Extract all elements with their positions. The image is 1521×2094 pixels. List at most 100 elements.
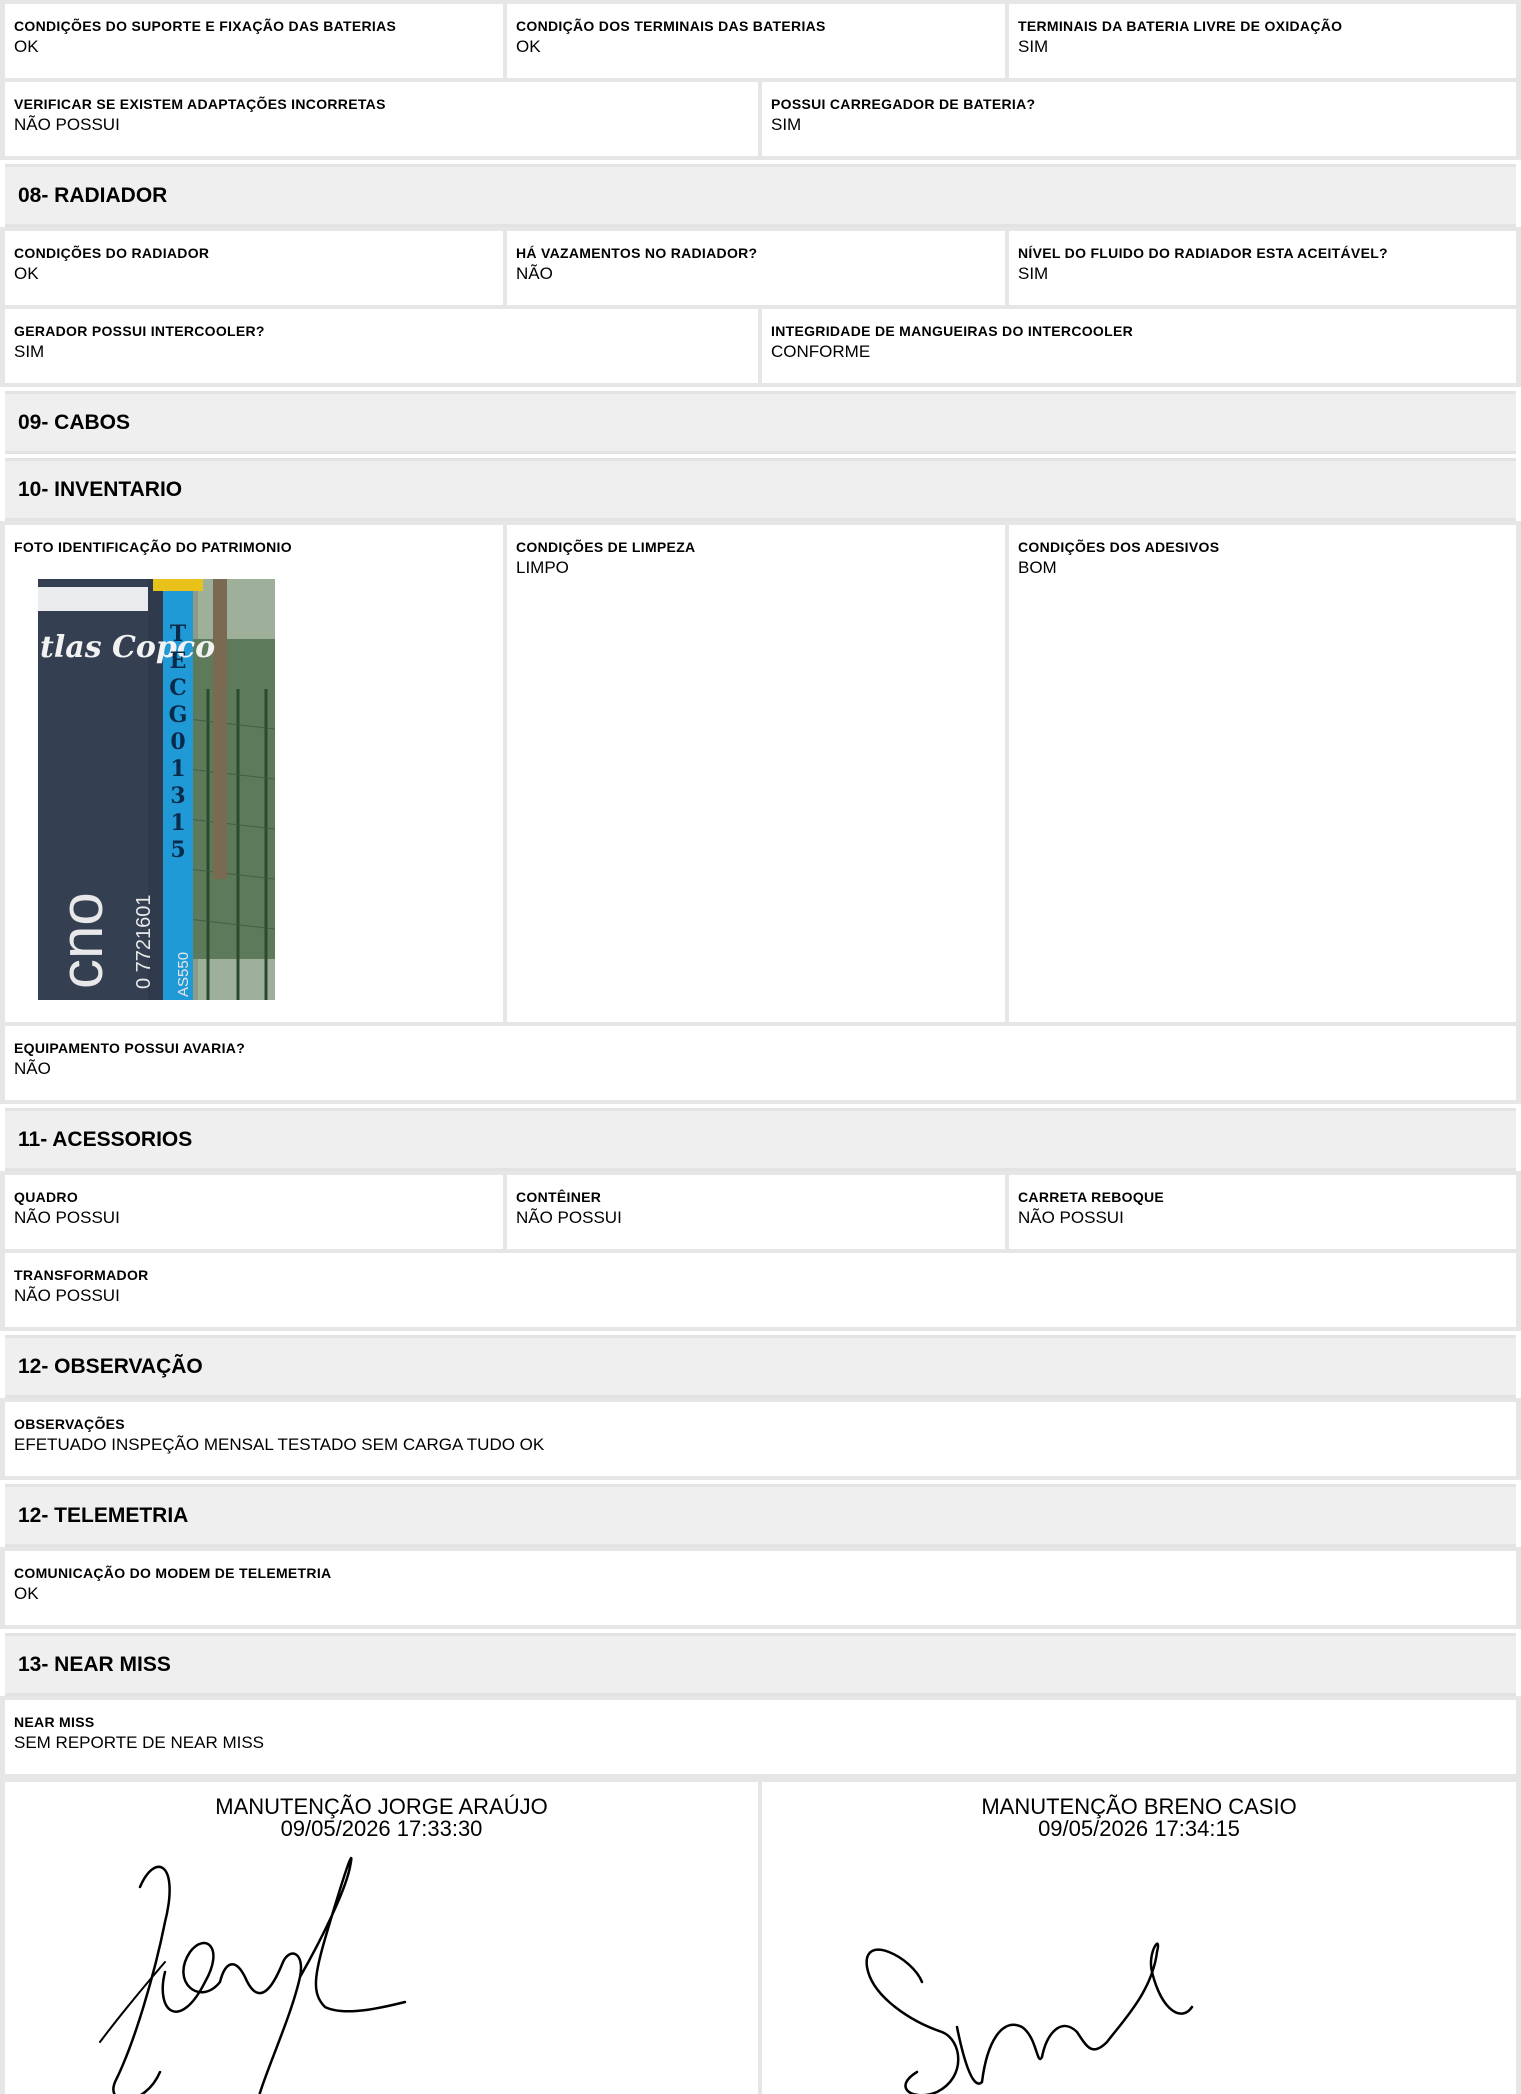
battery-row-2: VERIFICAR SE EXISTEM ADAPTAÇÕES INCORRET…	[0, 78, 1521, 160]
field-label: INTEGRIDADE DE MANGUEIRAS DO INTERCOOLER	[771, 323, 1134, 339]
field-label: CONDIÇÕES DO RADIADOR	[14, 245, 210, 261]
section-title-telemetria: 12- TELEMETRIA	[5, 1484, 1516, 1547]
field-label: FOTO IDENTIFICAÇÃO DO PATRIMONIO	[14, 539, 292, 555]
field-label: GERADOR POSSUI INTERCOOLER?	[14, 323, 265, 339]
photo-code-char: 3	[170, 783, 185, 809]
field-quadro: QUADRO NÃO POSSUI	[5, 1175, 503, 1249]
field-label: OBSERVAÇÕES	[14, 1416, 125, 1432]
photo-code-char: C	[169, 675, 187, 701]
asset-photo-image: tlas Copco TECG01315 cno 0 7721601 AS550	[38, 579, 275, 1000]
radiador-row-1: CONDIÇÕES DO RADIADOR OK HÁ VAZAMENTOS N…	[0, 227, 1521, 305]
photo-code-glyphs: TECG01315	[169, 621, 188, 863]
field-value: NÃO	[516, 264, 553, 283]
field-conteiner: CONTÊINER NÃO POSSUI	[507, 1175, 1005, 1249]
photo-code-char: 5	[170, 837, 185, 863]
field-label: HÁ VAZAMENTOS NO RADIADOR?	[516, 245, 758, 261]
inventario-row-1: FOTO IDENTIFICAÇÃO DO PATRIMONIO tlas Co…	[0, 521, 1521, 1022]
field-foto: FOTO IDENTIFICAÇÃO DO PATRIMONIO tlas Co…	[5, 525, 503, 1022]
field-label: EQUIPAMENTO POSSUI AVARIA?	[14, 1040, 246, 1056]
field-value: SIM	[14, 342, 45, 361]
field-vazamentos: HÁ VAZAMENTOS NO RADIADOR? NÃO	[507, 231, 1005, 305]
acessorios-row-1: QUADRO NÃO POSSUI CONTÊINER NÃO POSSUI C…	[0, 1171, 1521, 1249]
photo-model-text: AS550	[175, 952, 192, 997]
photo-large-text: cno	[48, 892, 115, 989]
field-value: NÃO POSSUI	[14, 115, 120, 134]
inspection-report: CONDIÇÕES DO SUPORTE E FIXAÇÃO DAS BATER…	[0, 0, 1521, 2094]
field-limpeza: CONDIÇÕES DE LIMPEZA LIMPO	[507, 525, 1005, 1022]
field-adaptacoes: VERIFICAR SE EXISTEM ADAPTAÇÕES INCORRET…	[5, 82, 758, 156]
section-title-inventario: 10- INVENTARIO	[5, 458, 1516, 521]
field-terminais: CONDIÇÃO DOS TERMINAIS DAS BATERIAS OK	[507, 4, 1005, 78]
acessorios-row-2: TRANSFORMADOR NÃO POSSUI	[0, 1249, 1521, 1331]
field-label: COMUNICAÇÃO DO MODEM DE TELEMETRIA	[14, 1565, 332, 1581]
field-adesivos: CONDIÇÕES DOS ADESIVOS BOM	[1009, 525, 1516, 1022]
field-label: VERIFICAR SE EXISTEM ADAPTAÇÕES INCORRET…	[14, 96, 386, 112]
field-value: NÃO POSSUI	[1018, 1208, 1124, 1227]
section-title-cabos: 09- CABOS	[5, 391, 1516, 454]
field-value: CONFORME	[771, 342, 871, 361]
field-suporte: CONDIÇÕES DO SUPORTE E FIXAÇÃO DAS BATER…	[5, 4, 503, 78]
section-title-observacao: 12- OBSERVAÇÃO	[5, 1335, 1516, 1398]
field-value: NÃO	[14, 1059, 51, 1078]
photo-code-char: 1	[170, 756, 185, 782]
section-title-acessorios: 11- ACESSORIOS	[5, 1108, 1516, 1171]
field-value: SIM	[1018, 264, 1049, 283]
near-miss-row: NEAR MISS SEM REPORTE DE NEAR MISS	[0, 1696, 1521, 1778]
field-label: NEAR MISS	[14, 1714, 95, 1730]
field-transformador: TRANSFORMADOR NÃO POSSUI	[5, 1253, 1516, 1327]
field-intercooler: GERADOR POSSUI INTERCOOLER? SIM	[5, 309, 758, 383]
field-value: SIM	[771, 115, 802, 134]
photo-phone-text: 0 7721601	[133, 894, 155, 989]
field-near-miss: NEAR MISS SEM REPORTE DE NEAR MISS	[5, 1700, 1516, 1774]
signature-block-jorge: MANUTENÇÃO JORGE ARAÚJO 09/05/2026 17:33…	[5, 1782, 758, 2094]
field-label: CONDIÇÕES DO SUPORTE E FIXAÇÃO DAS BATER…	[14, 18, 397, 34]
inventario-row-2: EQUIPAMENTO POSSUI AVARIA? NÃO	[0, 1022, 1521, 1104]
section-title-near-miss: 13- NEAR MISS	[5, 1633, 1516, 1696]
telemetria-row: COMUNICAÇÃO DO MODEM DE TELEMETRIA OK	[0, 1547, 1521, 1629]
signatures-row: MANUTENÇÃO JORGE ARAÚJO 09/05/2026 17:33…	[0, 1778, 1521, 2094]
field-label: POSSUI CARREGADOR DE BATERIA?	[771, 96, 1036, 112]
field-value: NÃO POSSUI	[14, 1286, 120, 1305]
field-value: OK	[14, 1584, 39, 1603]
field-value: OK	[14, 264, 39, 283]
field-value: OK	[14, 37, 39, 56]
photo-code-char: G	[169, 702, 188, 728]
photo-code-char: 1	[170, 810, 185, 836]
field-label: CONTÊINER	[516, 1189, 602, 1205]
field-label: CONDIÇÃO DOS TERMINAIS DAS BATERIAS	[516, 18, 826, 34]
field-fluido: NÍVEL DO FLUIDO DO RADIADOR ESTA ACEITÁV…	[1009, 231, 1516, 305]
battery-row-1: CONDIÇÕES DO SUPORTE E FIXAÇÃO DAS BATER…	[0, 0, 1521, 78]
field-value: NÃO POSSUI	[14, 1208, 120, 1227]
field-label: NÍVEL DO FLUIDO DO RADIADOR ESTA ACEITÁV…	[1018, 245, 1388, 261]
photo-code-char: 0	[170, 729, 185, 755]
field-value: LIMPO	[516, 558, 569, 577]
field-carreta: CARRETA REBOQUE NÃO POSSUI	[1009, 1175, 1516, 1249]
photo-brand-text: tlas Copco	[40, 630, 215, 665]
asset-photo[interactable]: tlas Copco TECG01315 cno 0 7721601 AS550	[38, 579, 275, 1000]
signature-image-breno	[865, 1942, 1194, 2094]
field-value: OK	[516, 37, 541, 56]
field-label: QUADRO	[14, 1189, 79, 1205]
field-oxidacao: TERMINAIS DA BATERIA LIVRE DE OXIDAÇÃO S…	[1009, 4, 1516, 78]
field-modem: COMUNICAÇÃO DO MODEM DE TELEMETRIA OK	[5, 1551, 1516, 1625]
field-condicoes-radiador: CONDIÇÕES DO RADIADOR OK	[5, 231, 503, 305]
field-observacoes: OBSERVAÇÕES EFETUADO INSPEÇÃO MENSAL TES…	[5, 1402, 1516, 1476]
field-avaria: EQUIPAMENTO POSSUI AVARIA? NÃO	[5, 1026, 1516, 1100]
signature-block-breno: MANUTENÇÃO BRENO CASIO 09/05/2026 17:34:…	[762, 1782, 1516, 2094]
field-value: SIM	[1018, 37, 1049, 56]
field-value: BOM	[1018, 558, 1057, 577]
field-label: TERMINAIS DA BATERIA LIVRE DE OXIDAÇÃO	[1018, 18, 1343, 34]
field-label: TRANSFORMADOR	[14, 1267, 149, 1283]
field-label: CONDIÇÕES DE LIMPEZA	[516, 539, 696, 555]
field-value: NÃO POSSUI	[516, 1208, 622, 1227]
field-value: SEM REPORTE DE NEAR MISS	[14, 1733, 265, 1752]
field-label: CARRETA REBOQUE	[1018, 1189, 1165, 1205]
radiador-row-2: GERADOR POSSUI INTERCOOLER? SIM INTEGRID…	[0, 305, 1521, 387]
field-label: CONDIÇÕES DOS ADESIVOS	[1018, 539, 1220, 555]
section-title-radiador: 08- RADIADOR	[5, 164, 1516, 227]
photo-code-char: E	[170, 648, 187, 674]
signature-image-jorge	[99, 1856, 407, 2094]
field-value: EFETUADO INSPEÇÃO MENSAL TESTADO SEM CAR…	[14, 1435, 545, 1454]
field-carregador: POSSUI CARREGADOR DE BATERIA? SIM	[762, 82, 1516, 156]
photo-code-char: T	[170, 621, 187, 647]
